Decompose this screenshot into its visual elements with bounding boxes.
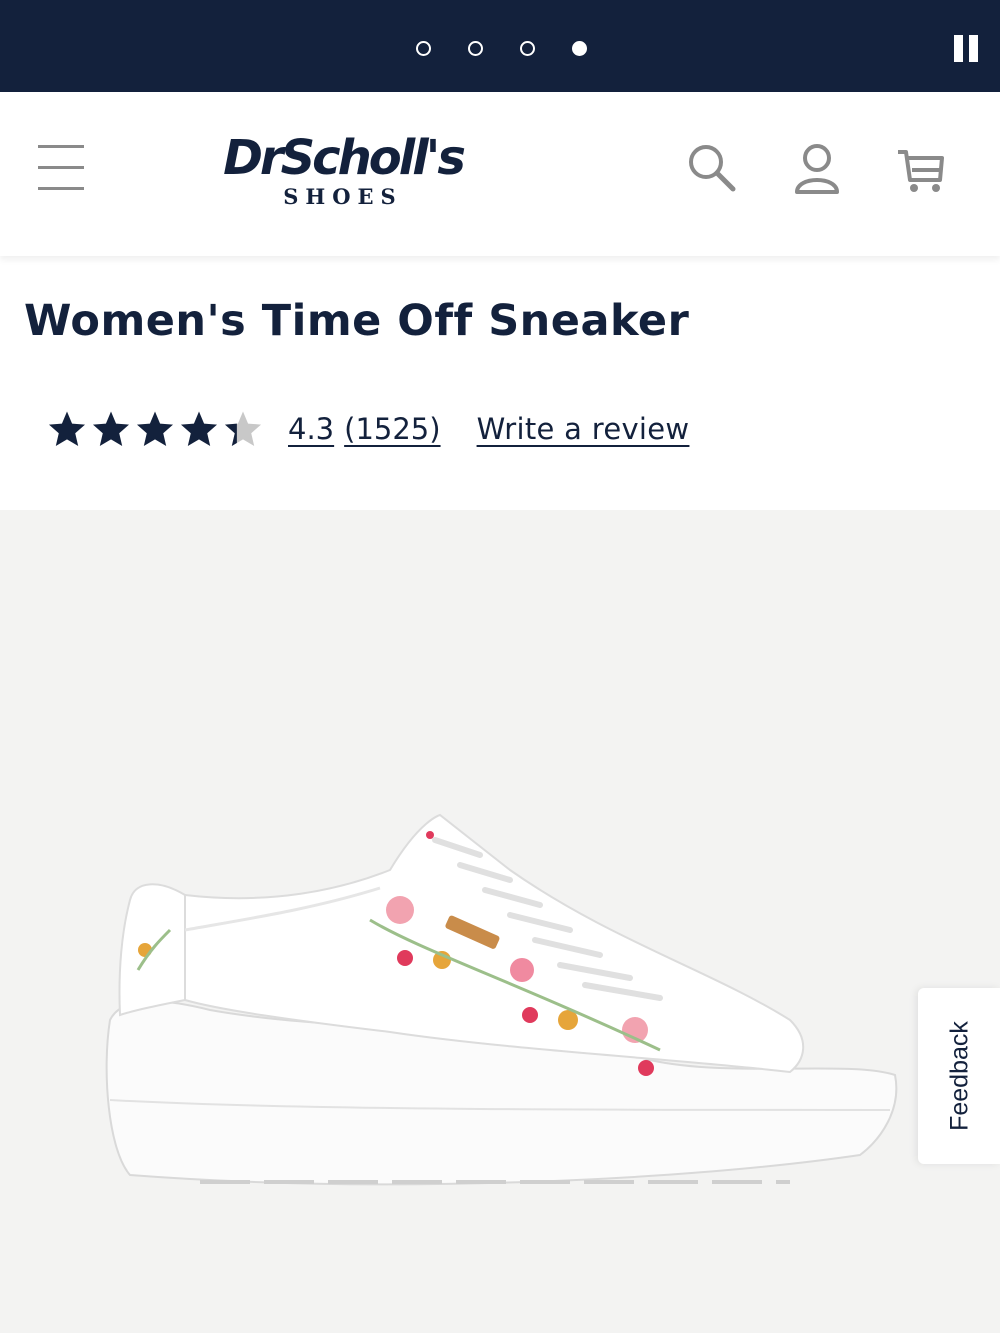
rating-row: 4.3 (1525) Write a review [46, 404, 689, 454]
hamburger-menu-icon[interactable] [38, 143, 86, 190]
feedback-tab[interactable]: Feedback [918, 988, 1000, 1164]
carousel-dot-4[interactable] [572, 41, 587, 56]
carousel-dot-2[interactable] [468, 41, 483, 56]
logo-subtitle: SHOES [283, 184, 403, 209]
logo-wordmark: DrScholl's [223, 130, 466, 186]
brand-logo[interactable]: DrScholl's SHOES [218, 130, 468, 220]
carousel-dot-1[interactable] [416, 41, 431, 56]
review-count-link[interactable]: (1525) [344, 412, 440, 446]
partial-star-icon [224, 411, 262, 446]
feedback-label: Feedback [945, 1021, 974, 1131]
carousel-dot-3[interactable] [520, 41, 535, 56]
site-header: DrScholl's SHOES [0, 92, 1000, 256]
promo-banner [0, 0, 1000, 92]
product-image[interactable] [0, 510, 1000, 1333]
rating-score-link[interactable]: 4.3 [288, 412, 334, 446]
star-icon [180, 411, 218, 446]
sneaker-illustration [105, 813, 898, 1186]
star-icon [136, 411, 174, 446]
search-icon[interactable] [684, 140, 738, 194]
write-review-link[interactable]: Write a review [477, 412, 690, 446]
pause-icon[interactable] [954, 35, 982, 63]
star-icon [48, 411, 86, 446]
account-icon[interactable] [790, 140, 844, 194]
product-title: Women's Time Off Sneaker [24, 296, 690, 346]
star-icon [92, 411, 130, 446]
cart-icon[interactable] [894, 140, 948, 194]
carousel-dots [416, 41, 587, 56]
star-rating[interactable] [46, 408, 264, 450]
